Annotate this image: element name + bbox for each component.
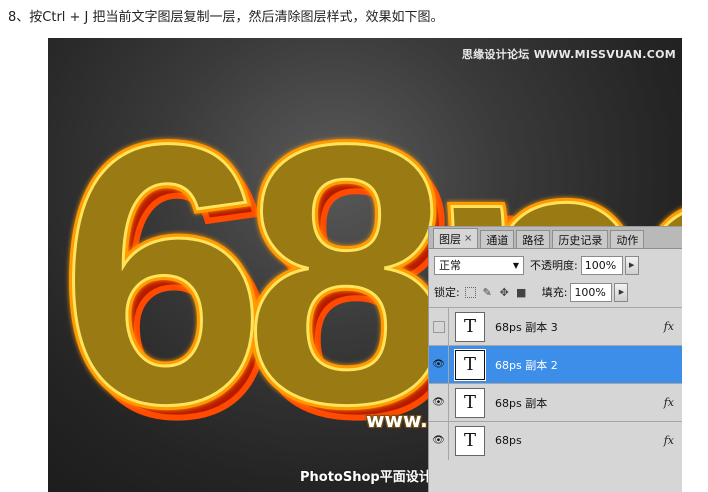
opacity-input[interactable]: 100%	[580, 255, 623, 275]
layer-name[interactable]: 68ps 副本 2	[495, 357, 558, 373]
tab-layers[interactable]: 图层 ×	[433, 228, 479, 248]
tab-channels[interactable]: 通道	[480, 230, 515, 248]
lock-all-padlock-icon[interactable]: ■	[515, 286, 528, 299]
panel-tabs: 图层 × 通道 路径 历史记录 动作	[429, 227, 682, 249]
fill-input[interactable]: 100%	[570, 282, 613, 302]
fx-icon[interactable]: fx	[664, 396, 674, 409]
visibility-toggle[interactable]: 👁	[429, 383, 449, 422]
layer-name[interactable]: 68ps 副本 3	[495, 319, 558, 335]
visibility-toggle[interactable]	[429, 307, 449, 346]
blend-opacity-row: 正常 ▼ 不透明度: 100% ▶	[434, 254, 682, 276]
lock-pixels-brush-icon[interactable]: ✎	[481, 286, 494, 299]
lock-position-move-icon[interactable]: ✥	[498, 286, 511, 299]
text-layer-thumbnail: T	[455, 387, 485, 418]
eye-icon: 👁	[432, 359, 445, 370]
visibility-toggle[interactable]: 👁	[429, 421, 449, 460]
lock-transparent-icon[interactable]	[464, 286, 477, 299]
text-layer-thumbnail: T	[454, 348, 486, 381]
eye-icon: 👁	[432, 397, 445, 408]
opacity-label: 不透明度:	[530, 259, 578, 272]
blend-mode-value: 正常	[439, 259, 461, 272]
lock-label: 锁定:	[434, 286, 460, 299]
tab-history[interactable]: 历史记录	[552, 230, 609, 248]
tab-actions[interactable]: 动作	[610, 230, 645, 248]
layer-row[interactable]: T 68ps 副本 3 fx	[429, 307, 682, 346]
layer-name[interactable]: 68ps	[495, 434, 522, 447]
text-layer-thumbnail: T	[455, 425, 485, 456]
fx-icon[interactable]: fx	[664, 434, 674, 447]
layer-list: T 68ps 副本 3 fx 👁 T 68ps 副本 2 👁 T 68ps 副本…	[429, 307, 682, 460]
layer-row[interactable]: 👁 T 68ps 副本 fx	[429, 383, 682, 422]
layer-name[interactable]: 68ps 副本	[495, 395, 547, 411]
tab-paths[interactable]: 路径	[516, 230, 551, 248]
hidden-box-icon	[432, 320, 445, 333]
layer-row-selected[interactable]: 👁 T 68ps 副本 2	[429, 345, 682, 384]
opacity-slider-arrow-icon[interactable]: ▶	[624, 255, 639, 275]
eye-icon: 👁	[432, 435, 445, 446]
tab-layers-label: 图层	[439, 232, 461, 246]
step-caption: 8、按Ctrl + J 把当前文字图层复制一层，然后清除图层样式，效果如下图。	[8, 10, 444, 25]
lock-fill-row: 锁定: ✎ ✥ ■ 填充: 100% ▶	[434, 281, 682, 303]
chevron-down-icon: ▼	[512, 260, 519, 270]
fill-label: 填充:	[541, 286, 568, 299]
blend-mode-select[interactable]: 正常 ▼	[434, 255, 524, 275]
fill-slider-arrow-icon[interactable]: ▶	[614, 282, 629, 302]
layer-row[interactable]: 👁 T 68ps fx	[429, 421, 682, 460]
visibility-toggle[interactable]: 👁	[429, 345, 449, 384]
text-layer-thumbnail: T	[455, 311, 485, 342]
close-icon[interactable]: ×	[464, 233, 472, 244]
fx-icon[interactable]: fx	[664, 320, 674, 333]
site-watermark-top: 思缘设计论坛 WWW.MISSVUAN.COM	[461, 48, 676, 61]
layers-panel: 图层 × 通道 路径 历史记录 动作 正常 ▼ 不透明度: 100% ▶ 锁定:…	[428, 226, 682, 492]
